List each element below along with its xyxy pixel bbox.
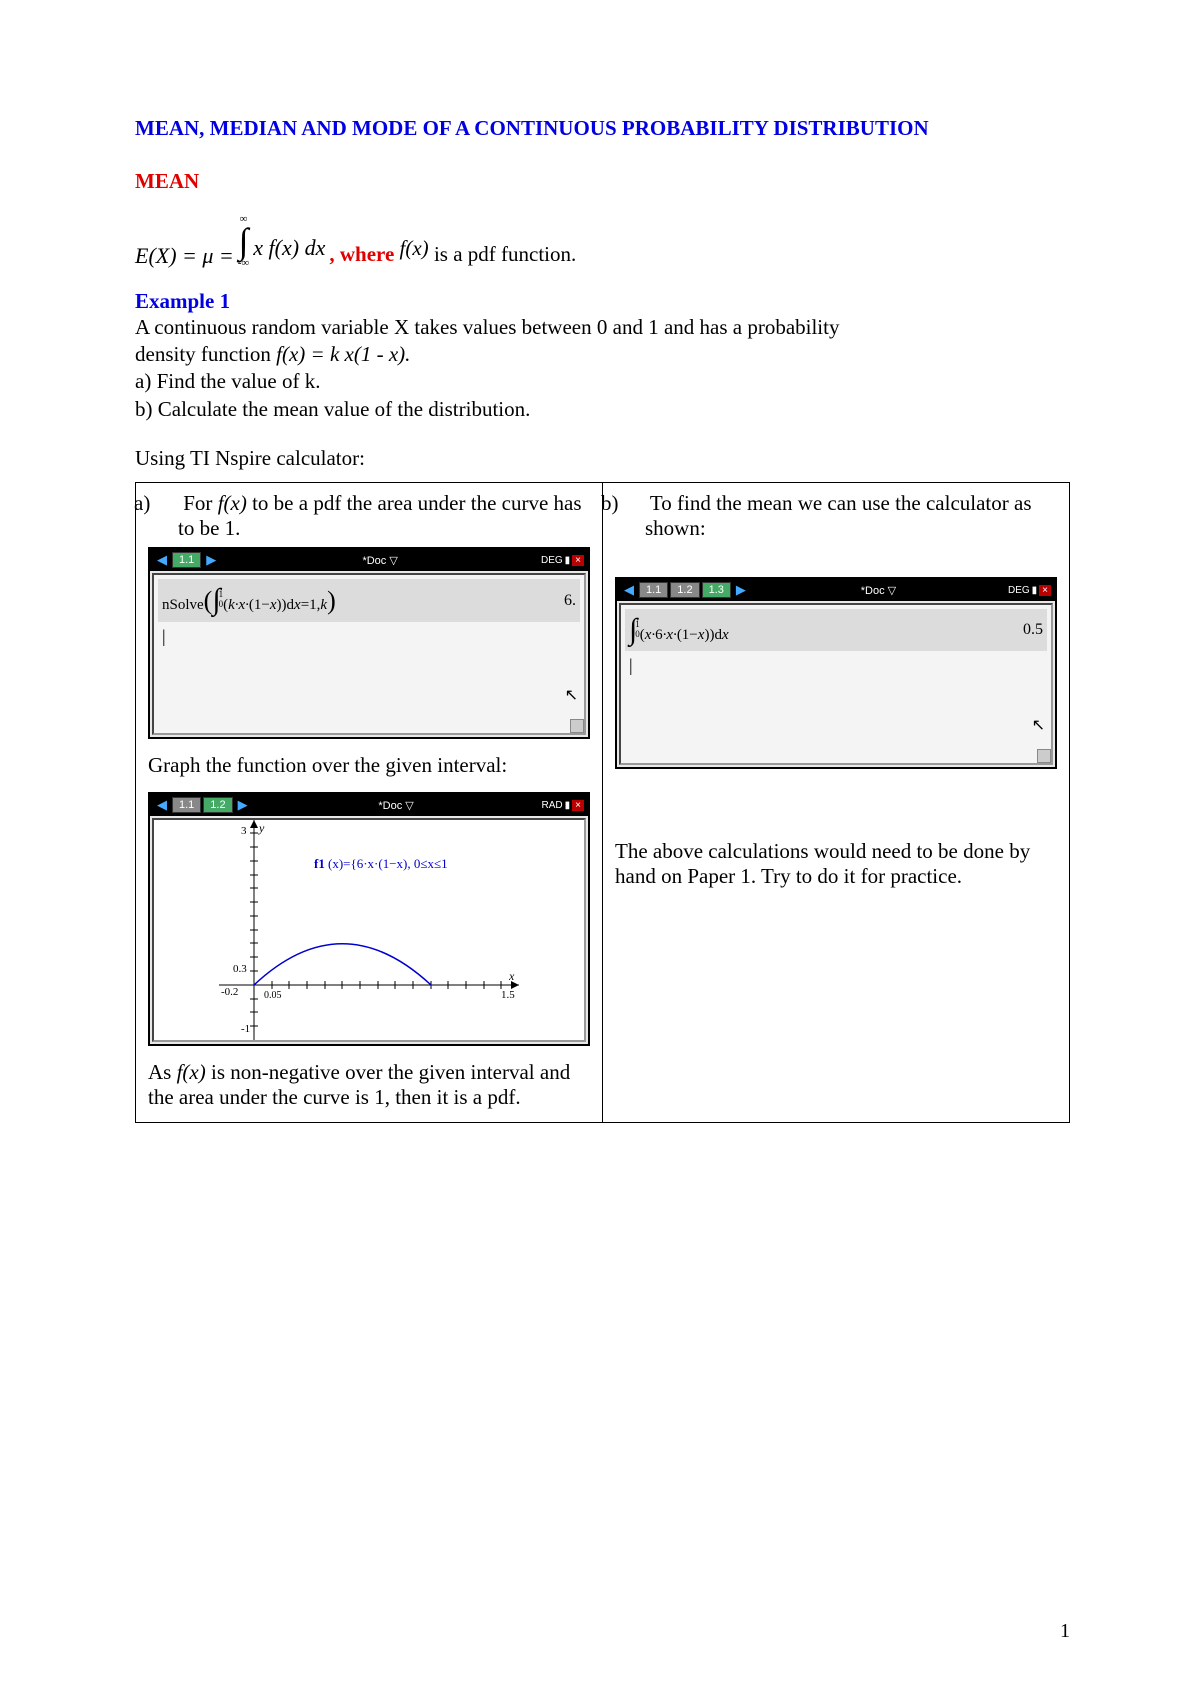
calc-tab: 1.1 xyxy=(639,582,668,598)
doc-label: *Doc ▽ xyxy=(221,554,539,567)
col-a-letter: a) xyxy=(156,491,178,516)
doc-label: *Doc ▽ xyxy=(253,799,540,812)
page-number: 1 xyxy=(1060,1620,1070,1643)
calc-tab: 1.3 xyxy=(702,582,731,598)
int-lower: -∞ xyxy=(238,258,250,269)
graph-screen: y 3 0.3 -0.2 0.05 1.5 x -1 f1 (x)={6·x·(… xyxy=(152,818,586,1042)
calculator-screenshot-mean: ◀ 1.1 1.2 1.3 ▶ *Doc ▽ DEG ▮ × xyxy=(615,577,1057,769)
close-icon: × xyxy=(1039,585,1051,596)
calc-output: 0.5 xyxy=(1023,621,1043,639)
column-b: b) To find the mean we can use the calcu… xyxy=(603,483,1070,1123)
svg-text:0.3: 0.3 xyxy=(233,963,247,975)
svg-text:-1: -1 xyxy=(241,1023,250,1035)
close-icon: × xyxy=(572,555,584,566)
nav-left-icon: ◀ xyxy=(154,552,170,568)
calculator-screenshot-graph: ◀ 1.1 1.2 ▶ *Doc ▽ RAD ▮ × xyxy=(148,792,590,1046)
where-tail: is a pdf function. xyxy=(434,242,576,266)
calc-titlebar: ◀ 1.1 ▶ *Doc ▽ DEG ▮ × xyxy=(150,549,588,571)
nav-left-icon: ◀ xyxy=(154,797,170,813)
formula-lhs: E(X) = μ = xyxy=(135,243,234,269)
col-b-letter: b) xyxy=(623,491,645,516)
col-b-heading-text: To find the mean we can use the calculat… xyxy=(645,491,1032,540)
svg-text:0.05: 0.05 xyxy=(264,990,282,1001)
column-a: a) For f(x) to be a pdf the area under t… xyxy=(136,483,603,1123)
example-part-b: b) Calculate the mean value of the distr… xyxy=(135,397,530,421)
col-a-heading: a) For f(x) to be a pdf the area under t… xyxy=(148,491,590,541)
calc-tab: 1.2 xyxy=(203,797,232,813)
fx-symbol: f(x) xyxy=(400,236,429,260)
page: MEAN, MEDIAN AND MODE OF A CONTINUOUS PR… xyxy=(0,0,1200,1698)
example-heading: Example 1 xyxy=(135,289,1070,314)
using-line: Using TI Nspire calculator: xyxy=(135,445,1070,472)
pointer-icon: ↖ xyxy=(1032,715,1045,735)
battery-icon: ▮ xyxy=(1032,585,1038,596)
svg-text:y: y xyxy=(258,821,265,835)
calculator-screenshot-solve: ◀ 1.1 ▶ *Doc ▽ DEG ▮ × nSolve( xyxy=(148,547,590,739)
mode-indicator: DEG xyxy=(541,555,563,566)
calc-titlebar: ◀ 1.1 1.2 ▶ *Doc ▽ RAD ▮ × xyxy=(150,794,588,816)
scroll-handle xyxy=(570,719,584,733)
calc-tab: 1.1 xyxy=(172,552,201,568)
svg-text:(x)={6·x·(1−x), 0≤x≤1: (x)={6·x·(1−x), 0≤x≤1 xyxy=(328,856,448,871)
calc-tab: 1.2 xyxy=(670,582,699,598)
cursor-icon: | xyxy=(158,626,580,647)
svg-text:x: x xyxy=(508,969,515,983)
mode-indicator: DEG xyxy=(1008,585,1030,596)
calc-titlebar: ◀ 1.1 1.2 1.3 ▶ *Doc ▽ DEG ▮ × xyxy=(617,579,1055,601)
mode-indicator: RAD xyxy=(542,800,563,811)
example-line2a: density function xyxy=(135,342,276,366)
page-title: MEAN, MEDIAN AND MODE OF A CONTINUOUS PR… xyxy=(135,115,1070,141)
col-b-heading: b) To find the mean we can use the calcu… xyxy=(615,491,1057,541)
scroll-handle xyxy=(1037,749,1051,763)
col-b-note: The above calculations would need to be … xyxy=(615,839,1057,889)
calc-screen: nSolve(∫10(k·x·(1−x))dx=1,k) 6. | ↖ xyxy=(152,573,586,735)
nav-left-icon: ◀ xyxy=(621,582,637,598)
section-heading-mean: MEAN xyxy=(135,169,1070,194)
fn-label: f1 xyxy=(314,856,325,871)
calc-screen: ∫10(x·6·x·(1−x))dx 0.5 | ↖ xyxy=(619,603,1053,765)
svg-text:3: 3 xyxy=(241,825,247,837)
close-icon: × xyxy=(572,800,584,811)
nav-right-icon: ▶ xyxy=(203,552,219,568)
where-label: , where xyxy=(329,242,399,266)
calc-tab: 1.1 xyxy=(172,797,201,813)
example-line1: A continuous random variable X takes val… xyxy=(135,315,839,339)
nav-right-icon: ▶ xyxy=(235,797,251,813)
integral-sign-icon: ∫ xyxy=(239,225,249,257)
formula-mean: E(X) = μ = ∞ ∫ -∞ x f(x) dx , where f(x)… xyxy=(135,214,1070,268)
svg-text:-0.2: -0.2 xyxy=(221,986,238,998)
calc-output: 6. xyxy=(564,592,576,610)
two-column-table: a) For f(x) to be a pdf the area under t… xyxy=(135,482,1070,1123)
example-fx-def: f(x) = k x(1 - x). xyxy=(276,342,410,366)
battery-icon: ▮ xyxy=(565,800,571,811)
cursor-icon: | xyxy=(625,655,1047,676)
example-part-a: a) Find the value of k. xyxy=(135,369,320,393)
col-a-note1: Graph the function over the given interv… xyxy=(148,753,590,778)
nav-right-icon: ▶ xyxy=(733,582,749,598)
pointer-icon: ↖ xyxy=(565,685,578,705)
formula-integrand: x f(x) dx xyxy=(253,235,325,261)
svg-text:1.5: 1.5 xyxy=(501,989,515,1001)
col-a-note2: As f(x) is non-negative over the given i… xyxy=(148,1060,590,1110)
example-text: A continuous random variable X takes val… xyxy=(135,314,1070,423)
parabola-chart: y 3 0.3 -0.2 0.05 1.5 x -1 f1 (x)={6·x·(… xyxy=(154,820,584,1040)
doc-label: *Doc ▽ xyxy=(751,584,1006,597)
battery-icon: ▮ xyxy=(565,555,571,566)
